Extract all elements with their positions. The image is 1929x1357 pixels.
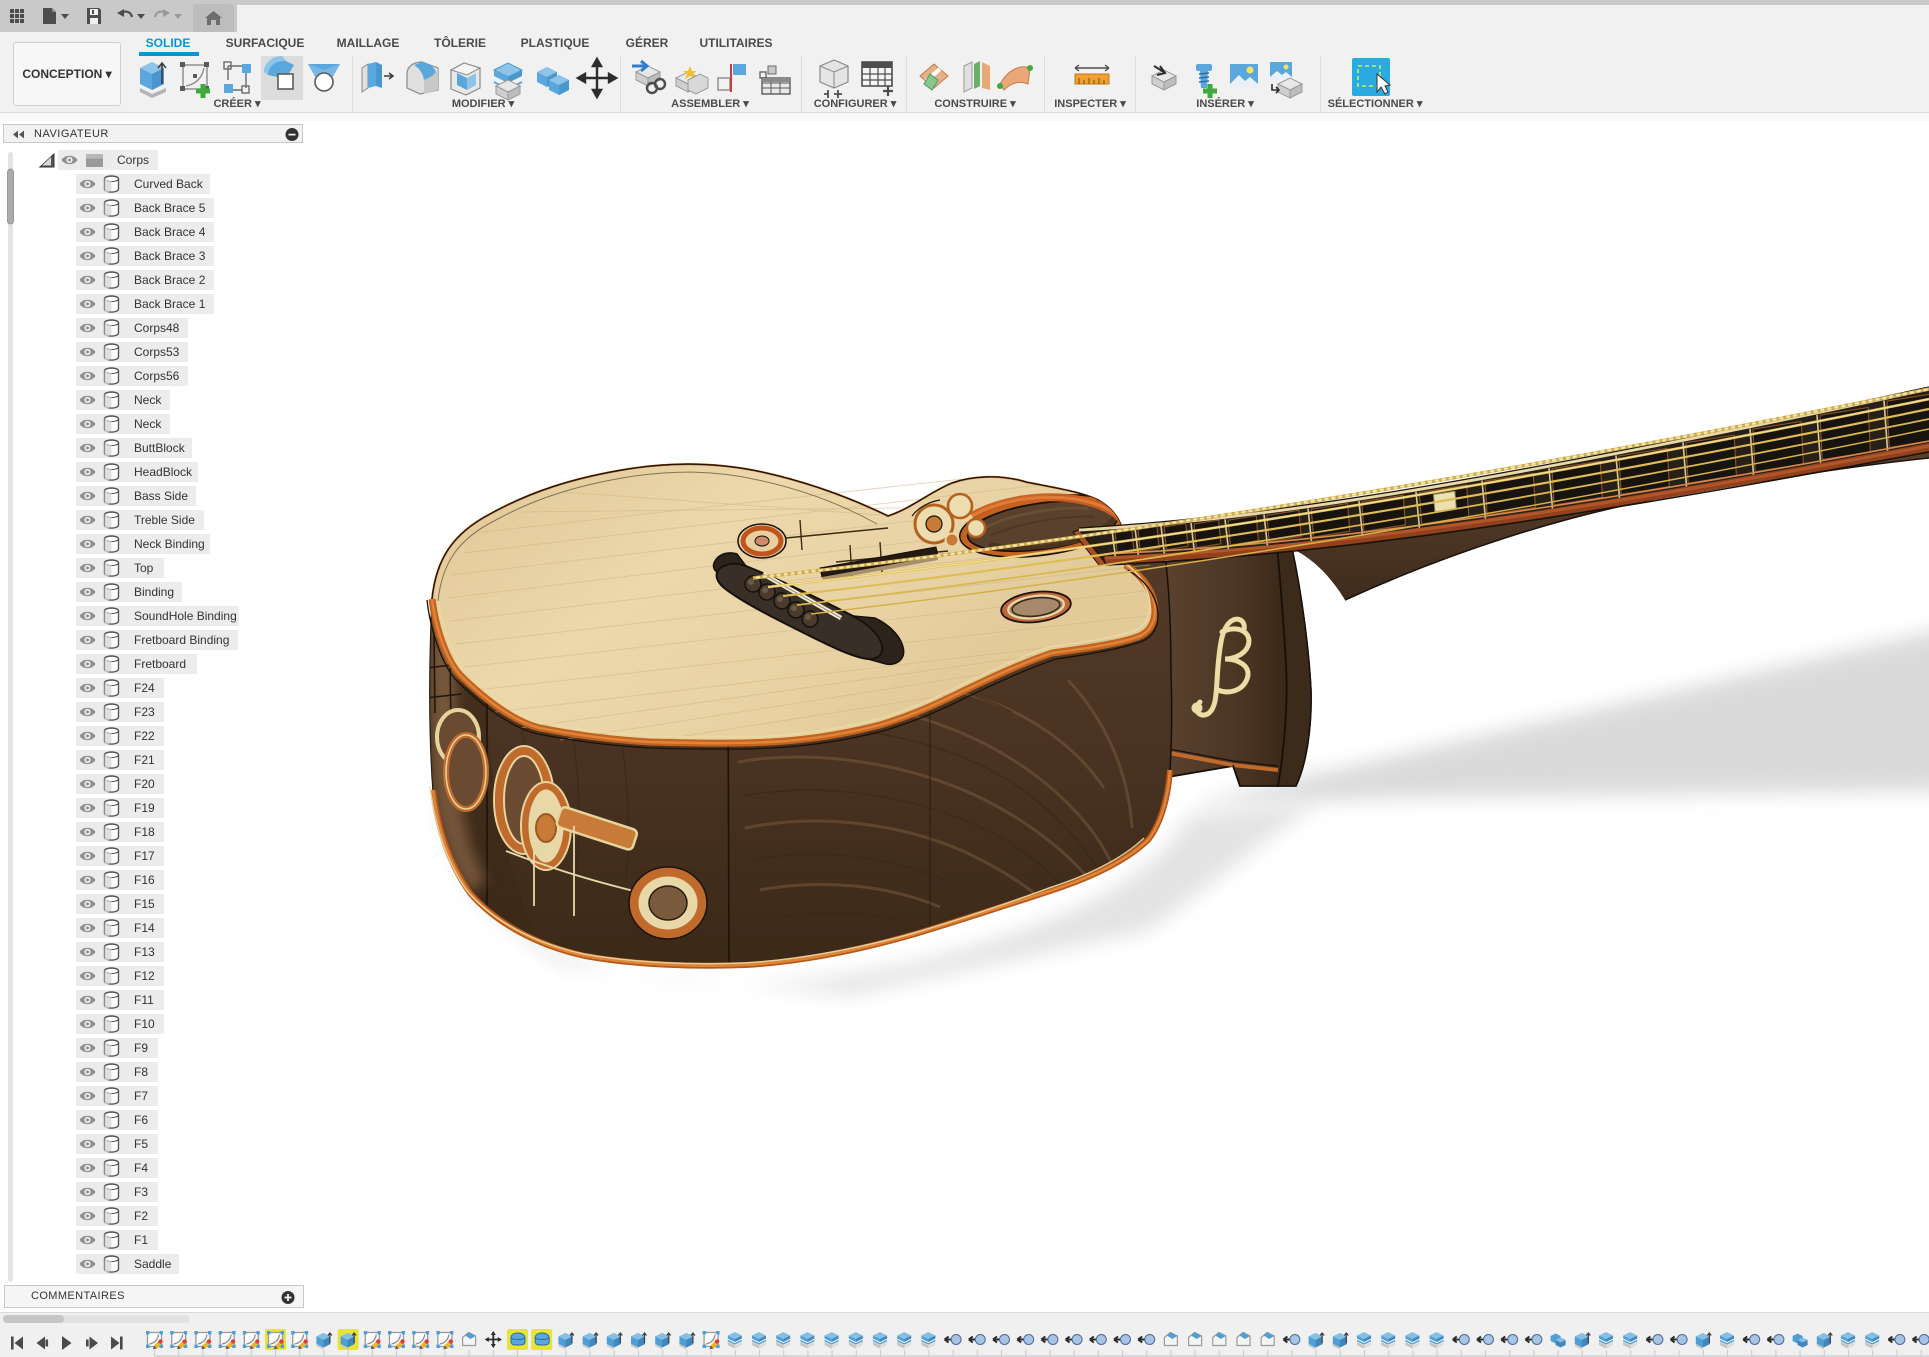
svg-text:Neck: Neck xyxy=(134,417,162,431)
svg-text:Back Brace 3: Back Brace 3 xyxy=(134,249,206,263)
svg-text:F16: F16 xyxy=(134,873,155,887)
svg-text:F22: F22 xyxy=(134,729,155,743)
svg-text:HeadBlock: HeadBlock xyxy=(134,465,193,479)
svg-text:F2: F2 xyxy=(134,1209,148,1223)
svg-text:Bass Side: Bass Side xyxy=(134,489,188,503)
svg-text:Back Brace 4: Back Brace 4 xyxy=(134,225,206,239)
svg-text:F23: F23 xyxy=(134,705,155,719)
svg-text:Corps56: Corps56 xyxy=(134,369,180,383)
svg-text:ButtBlock: ButtBlock xyxy=(134,441,186,455)
svg-text:Corps48: Corps48 xyxy=(134,321,180,335)
svg-text:Treble Side: Treble Side xyxy=(134,513,195,527)
svg-text:F5: F5 xyxy=(134,1137,148,1151)
svg-text:Curved Back: Curved Back xyxy=(134,177,204,191)
svg-text:F6: F6 xyxy=(134,1113,148,1127)
svg-text:F4: F4 xyxy=(134,1161,148,1175)
svg-text:F20: F20 xyxy=(134,777,155,791)
svg-text:F24: F24 xyxy=(134,681,155,695)
svg-text:Back Brace 5: Back Brace 5 xyxy=(134,201,206,215)
svg-text:Saddle: Saddle xyxy=(134,1257,172,1271)
svg-text:Fretboard Binding: Fretboard Binding xyxy=(134,633,229,647)
svg-text:F18: F18 xyxy=(134,825,155,839)
svg-text:Corps: Corps xyxy=(117,153,149,167)
svg-text:F12: F12 xyxy=(134,969,155,983)
svg-text:F17: F17 xyxy=(134,849,155,863)
svg-text:Neck Binding: Neck Binding xyxy=(134,537,205,551)
svg-text:F7: F7 xyxy=(134,1089,148,1103)
svg-text:F8: F8 xyxy=(134,1065,148,1079)
svg-text:Top: Top xyxy=(134,561,154,575)
svg-text:SoundHole Binding: SoundHole Binding xyxy=(134,609,237,623)
svg-text:F3: F3 xyxy=(134,1185,148,1199)
svg-text:Back Brace 2: Back Brace 2 xyxy=(134,273,206,287)
svg-text:F15: F15 xyxy=(134,897,155,911)
svg-text:F13: F13 xyxy=(134,945,155,959)
svg-text:F19: F19 xyxy=(134,801,155,815)
svg-text:F1: F1 xyxy=(134,1233,148,1247)
svg-text:F21: F21 xyxy=(134,753,155,767)
svg-text:F14: F14 xyxy=(134,921,155,935)
svg-text:F11: F11 xyxy=(134,993,154,1007)
svg-text:Neck: Neck xyxy=(134,393,162,407)
svg-text:Fretboard: Fretboard xyxy=(134,657,186,671)
svg-text:Back Brace 1: Back Brace 1 xyxy=(134,297,206,311)
svg-text:F10: F10 xyxy=(134,1017,155,1031)
svg-text:F9: F9 xyxy=(134,1041,148,1055)
svg-text:Binding: Binding xyxy=(134,585,174,599)
svg-text:Corps53: Corps53 xyxy=(134,345,180,359)
